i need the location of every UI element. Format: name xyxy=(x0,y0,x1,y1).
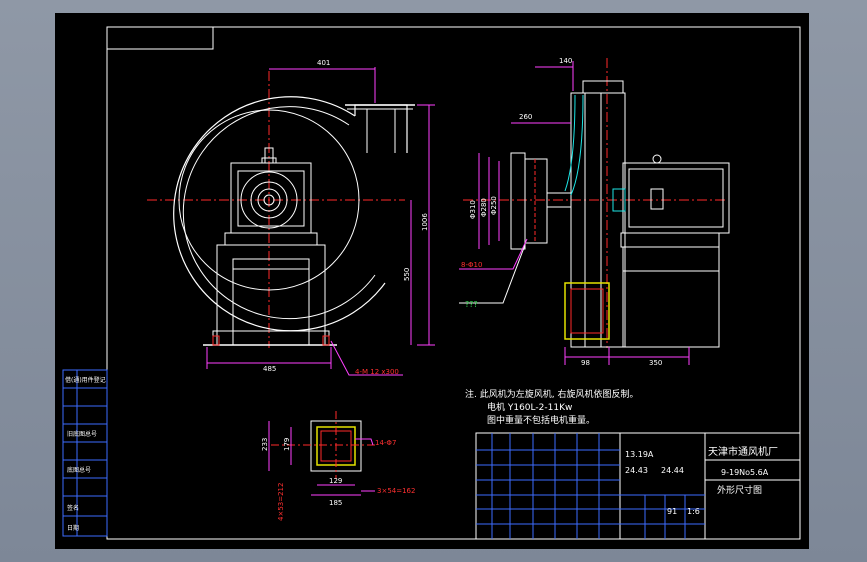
dim-550: 550 xyxy=(403,268,411,281)
title-code-1: 13.19A xyxy=(625,450,654,459)
dim-phi310: Φ310 xyxy=(469,200,477,219)
dim-185: 185 xyxy=(329,499,342,507)
dim-1006: 1006 xyxy=(421,213,429,231)
notes-block: 注. 此风机为左旋风机, 右旋风机依图反制。 电机 Y160L-2-11Kw 图… xyxy=(465,388,638,426)
cad-drawing-viewport[interactable]: 借(通)用件登记 旧底图总号 底图总号 签名 日期 401 1006 550 4… xyxy=(55,13,809,549)
dim-phi280: Φ280 xyxy=(480,198,488,217)
cad-drawing-canvas[interactable]: 借(通)用件登记 旧底图总号 底图总号 签名 日期 401 1006 550 4… xyxy=(55,13,809,549)
dim-4x53: 4×53=212 xyxy=(277,483,285,521)
label-bolt-holes-side: 8-Φ10 xyxy=(461,261,482,269)
front-view: 401 1006 550 485 4-M 12 x300 xyxy=(147,59,435,376)
outlet-flange-view: 233 179 129 185 14-Φ7 3×54=162 4×53=212 xyxy=(261,411,415,521)
title-block: 13.19A 24.43 24.44 天津市通风机厂 9-19No5.6A 外形… xyxy=(475,432,801,540)
note-line-3: 图中重量不包括电机重量。 xyxy=(487,414,595,426)
left-col-cell-1: 借(通)用件登记 xyxy=(65,376,106,384)
dim-350: 350 xyxy=(649,359,662,367)
dim-401: 401 xyxy=(317,59,330,67)
label-bolt-holes-front: 4-M 12 x300 xyxy=(355,368,399,376)
label-holes-outlet: 14-Φ7 xyxy=(375,439,396,447)
label-unknown: ??? xyxy=(465,300,478,309)
side-view: 140 260 Φ310 Φ280 Φ250 8-Φ10 ??? 98 350 xyxy=(459,57,730,367)
dim-phi250: Φ250 xyxy=(490,196,498,215)
note-line-2: 电机 Y160L-2-11Kw xyxy=(487,401,572,413)
dim-140: 140 xyxy=(559,57,572,65)
title-scale: 1:6 xyxy=(687,507,700,516)
left-column-table: 借(通)用件登记 旧底图总号 底图总号 签名 日期 xyxy=(62,369,108,537)
top-left-tag-box xyxy=(107,27,214,50)
title-drawing-name: 外形尺寸图 xyxy=(717,484,762,496)
left-col-cell-9: 日期 xyxy=(67,524,79,532)
dim-129: 129 xyxy=(329,477,342,485)
title-code-3: 24.44 xyxy=(661,466,684,475)
left-col-cell-7: 签名 xyxy=(67,504,79,512)
title-company: 天津市通风机厂 xyxy=(708,445,778,458)
left-col-cell-3: 旧底图总号 xyxy=(67,430,97,438)
dim-233: 233 xyxy=(261,438,269,451)
title-sheet: 91 xyxy=(667,507,677,516)
left-col-cell-5: 底图总号 xyxy=(67,466,91,474)
title-code-2: 24.43 xyxy=(625,466,648,475)
dim-179: 179 xyxy=(283,438,291,451)
dim-485: 485 xyxy=(263,365,276,373)
note-line-1: 注. 此风机为左旋风机, 右旋风机依图反制。 xyxy=(465,388,638,400)
dim-98: 98 xyxy=(581,359,590,367)
title-model: 9-19No5.6A xyxy=(721,468,769,477)
dim-3x54: 3×54=162 xyxy=(377,487,415,495)
drawing-border xyxy=(106,26,801,540)
dim-260: 260 xyxy=(519,113,532,121)
